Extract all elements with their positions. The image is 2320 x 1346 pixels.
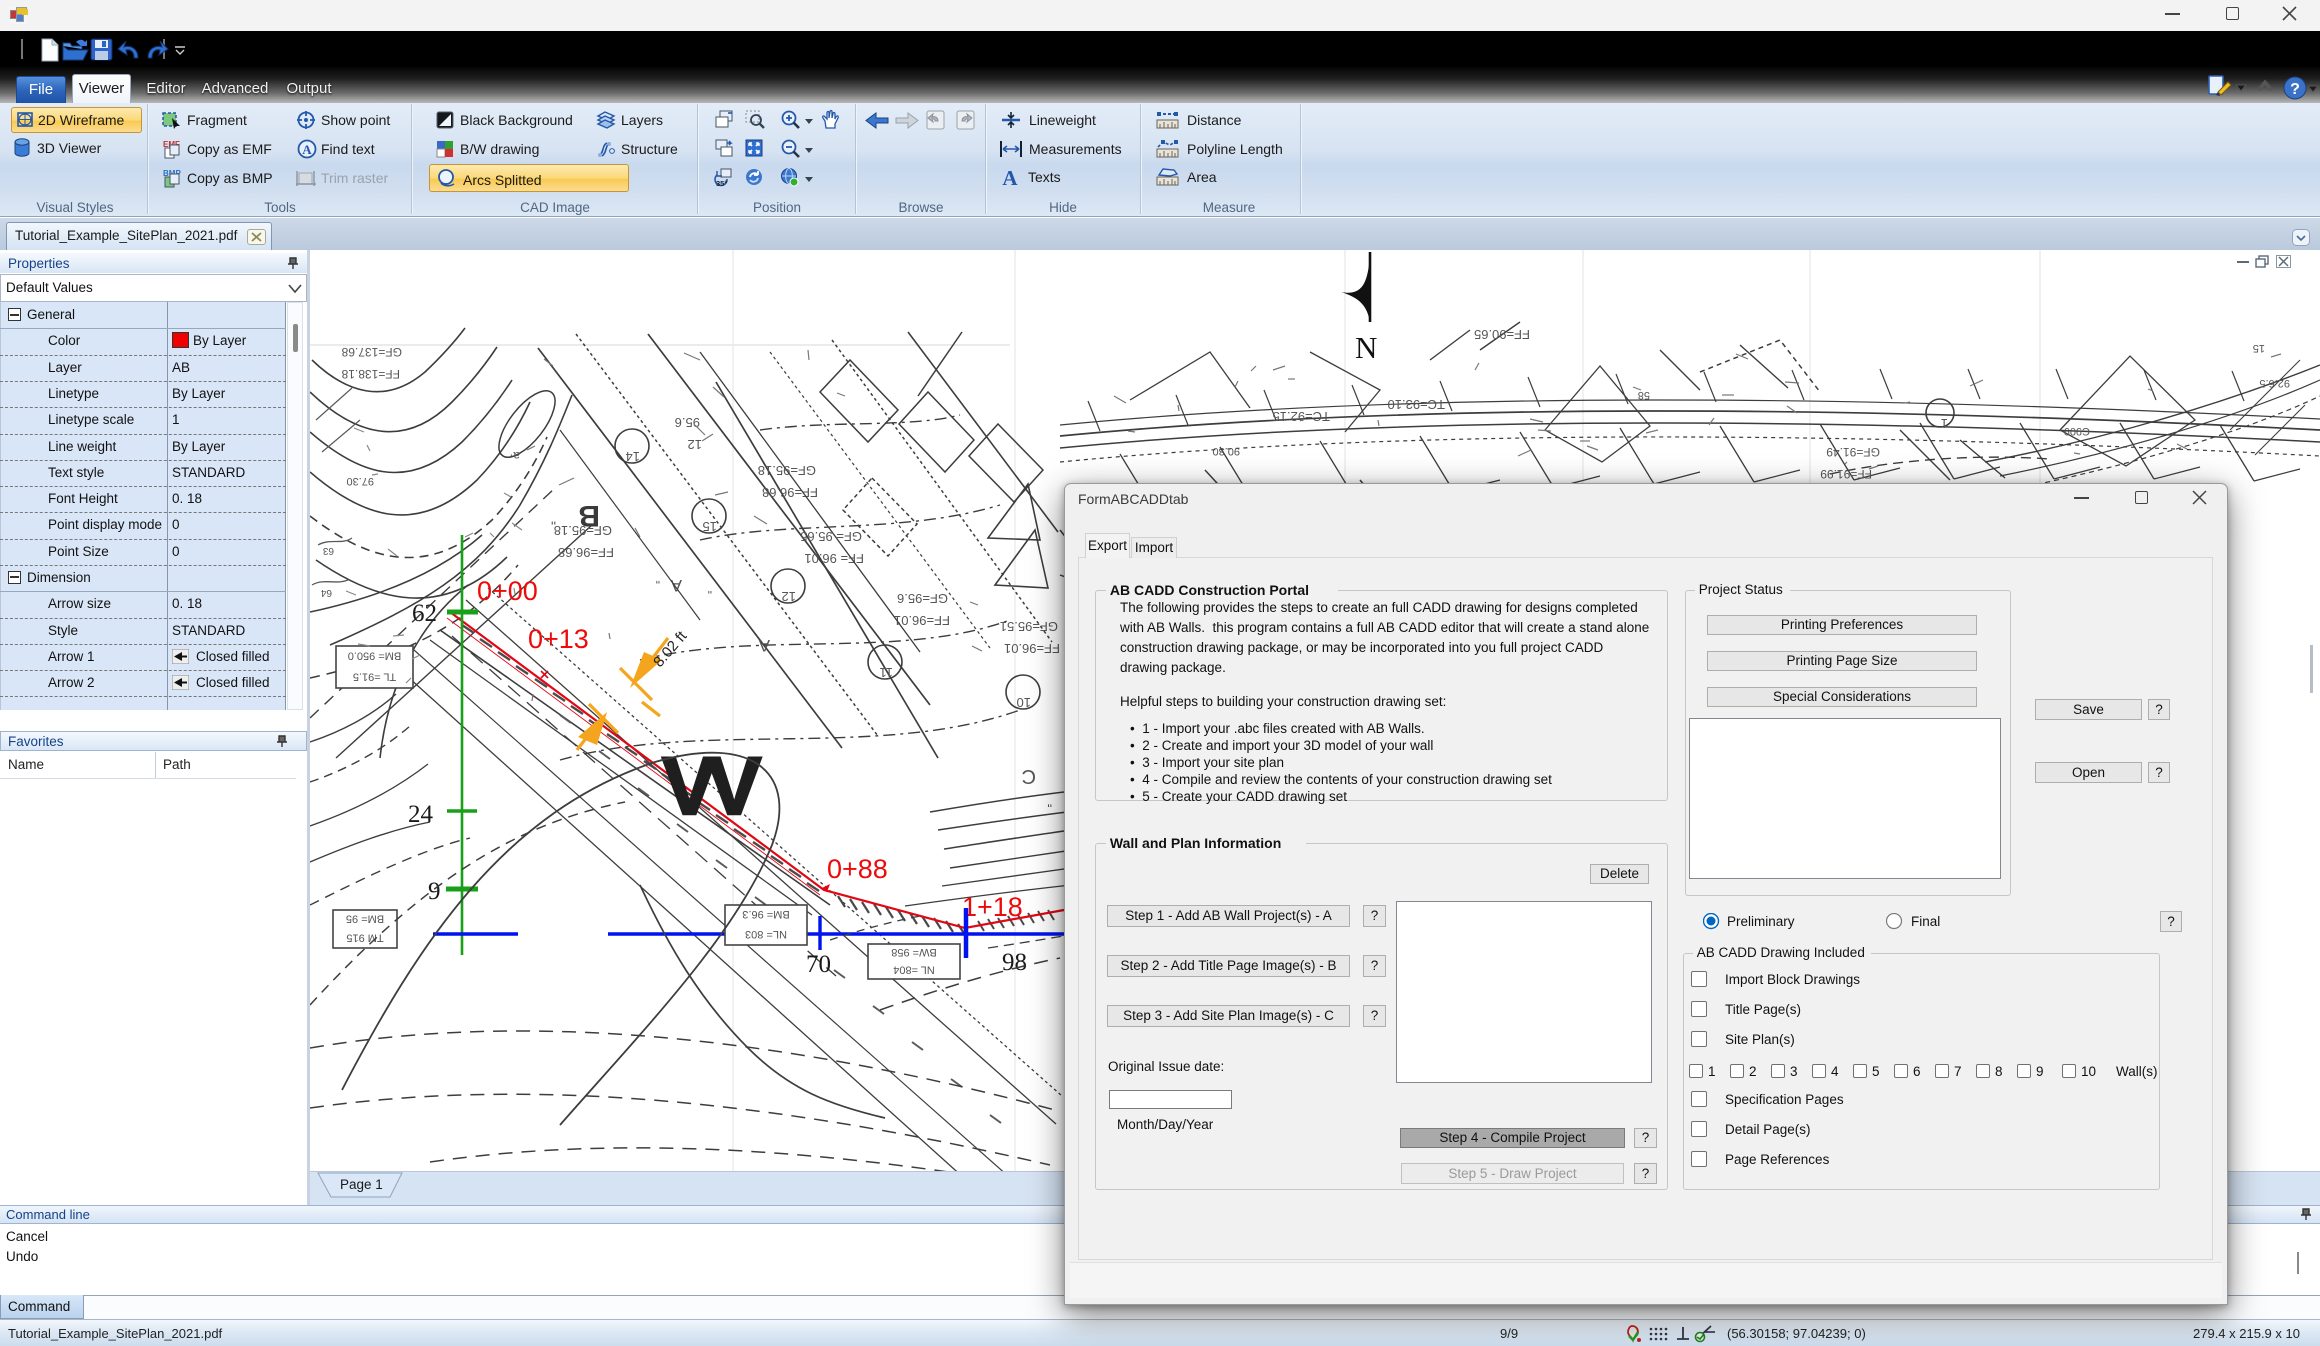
svg-text:VV: VV: [662, 741, 762, 832]
svg-text:A: A: [302, 142, 312, 157]
svg-text:FF=96.68: FF=96.68: [762, 485, 818, 500]
svg-text:14: 14: [626, 449, 640, 464]
svg-text:12: 12: [782, 589, 796, 604]
svg-text:0+88: 0+88: [827, 854, 888, 884]
svg-text:58: 58: [1638, 389, 1650, 401]
svg-text:0+13: 0+13: [528, 624, 589, 654]
svg-text:a·: a·: [509, 449, 520, 463]
svg-text:C909: C909: [2064, 425, 2090, 437]
svg-text:NL= 803: NL= 803: [745, 928, 787, 940]
svg-text:62: 62: [412, 600, 437, 627]
svg-text:FF=96.01: FF=96.01: [1004, 641, 1060, 656]
svg-text:GF=91.49: GF=91.49: [1826, 445, 1880, 459]
svg-text:1+18: 1+18: [962, 892, 1023, 922]
svg-text:GF=137.68: GF=137.68: [341, 345, 402, 359]
svg-text:64: 64: [320, 587, 332, 598]
svg-text:35°: 35°: [716, 179, 727, 188]
svg-text:GF=95.51: GF=95.51: [1000, 619, 1058, 634]
svg-text:9: 9: [428, 878, 441, 905]
svg-text:97.30: 97.30: [346, 475, 374, 487]
svg-text:12: 12: [688, 437, 702, 452]
svg-text:95.6: 95.6: [675, 415, 700, 430]
svg-text:N: N: [1355, 330, 1377, 365]
svg-text:1: 1: [1941, 416, 1948, 431]
svg-text:NL =804: NL =804: [893, 963, 935, 975]
svg-text:GF=95.6: GF=95.6: [897, 591, 948, 606]
svg-text:FF=90.65: FF=90.65: [1474, 327, 1530, 342]
svg-text:98: 98: [1002, 949, 1027, 976]
svg-text:BW= 958: BW= 958: [891, 946, 937, 958]
svg-text:FF=91.99: FF=91.99: [1820, 467, 1872, 481]
svg-text:92.6.5: 92.6.5: [2259, 377, 2290, 389]
svg-text:A: A: [758, 636, 770, 655]
svg-text:": ": [656, 572, 660, 586]
svg-text:": ": [708, 582, 712, 596]
svg-text:TL =91.5: TL =91.5: [353, 671, 396, 683]
svg-text:FF=138.18: FF=138.18: [341, 367, 400, 381]
svg-text:11: 11: [880, 665, 894, 680]
svg-text:TM 915: TM 915: [346, 932, 383, 944]
svg-text:?: ?: [2290, 81, 2300, 98]
svg-text:BM= 96.3: BM= 96.3: [742, 908, 789, 920]
svg-text:15: 15: [2253, 342, 2265, 354]
svg-text:10: 10: [1017, 695, 1031, 710]
svg-text:BM= 95: BM= 95: [346, 913, 384, 925]
svg-text:C: C: [1022, 765, 1036, 787]
svg-text:FF=96.01: FF=96.01: [894, 613, 950, 628]
svg-text:TC=93.10: TC=93.10: [1388, 397, 1445, 412]
svg-text:GF=95.18: GF=95.18: [554, 523, 612, 538]
svg-text:FF=96.68: FF=96.68: [558, 545, 614, 560]
svg-text:A: A: [1002, 167, 1018, 188]
svg-text:90.30: 90.30: [1212, 445, 1240, 457]
svg-text:8.02 ft: 8.02 ft: [650, 627, 691, 670]
svg-text:BM= 950.0: BM= 950.0: [348, 650, 402, 662]
svg-text:70: 70: [806, 951, 831, 978]
svg-text:TC=92.15: TC=92.15: [1273, 409, 1330, 424]
svg-text:63: 63: [322, 545, 334, 556]
svg-text:": ": [1047, 795, 1052, 810]
svg-text:0+00: 0+00: [477, 576, 538, 606]
svg-text:15: 15: [703, 519, 717, 534]
